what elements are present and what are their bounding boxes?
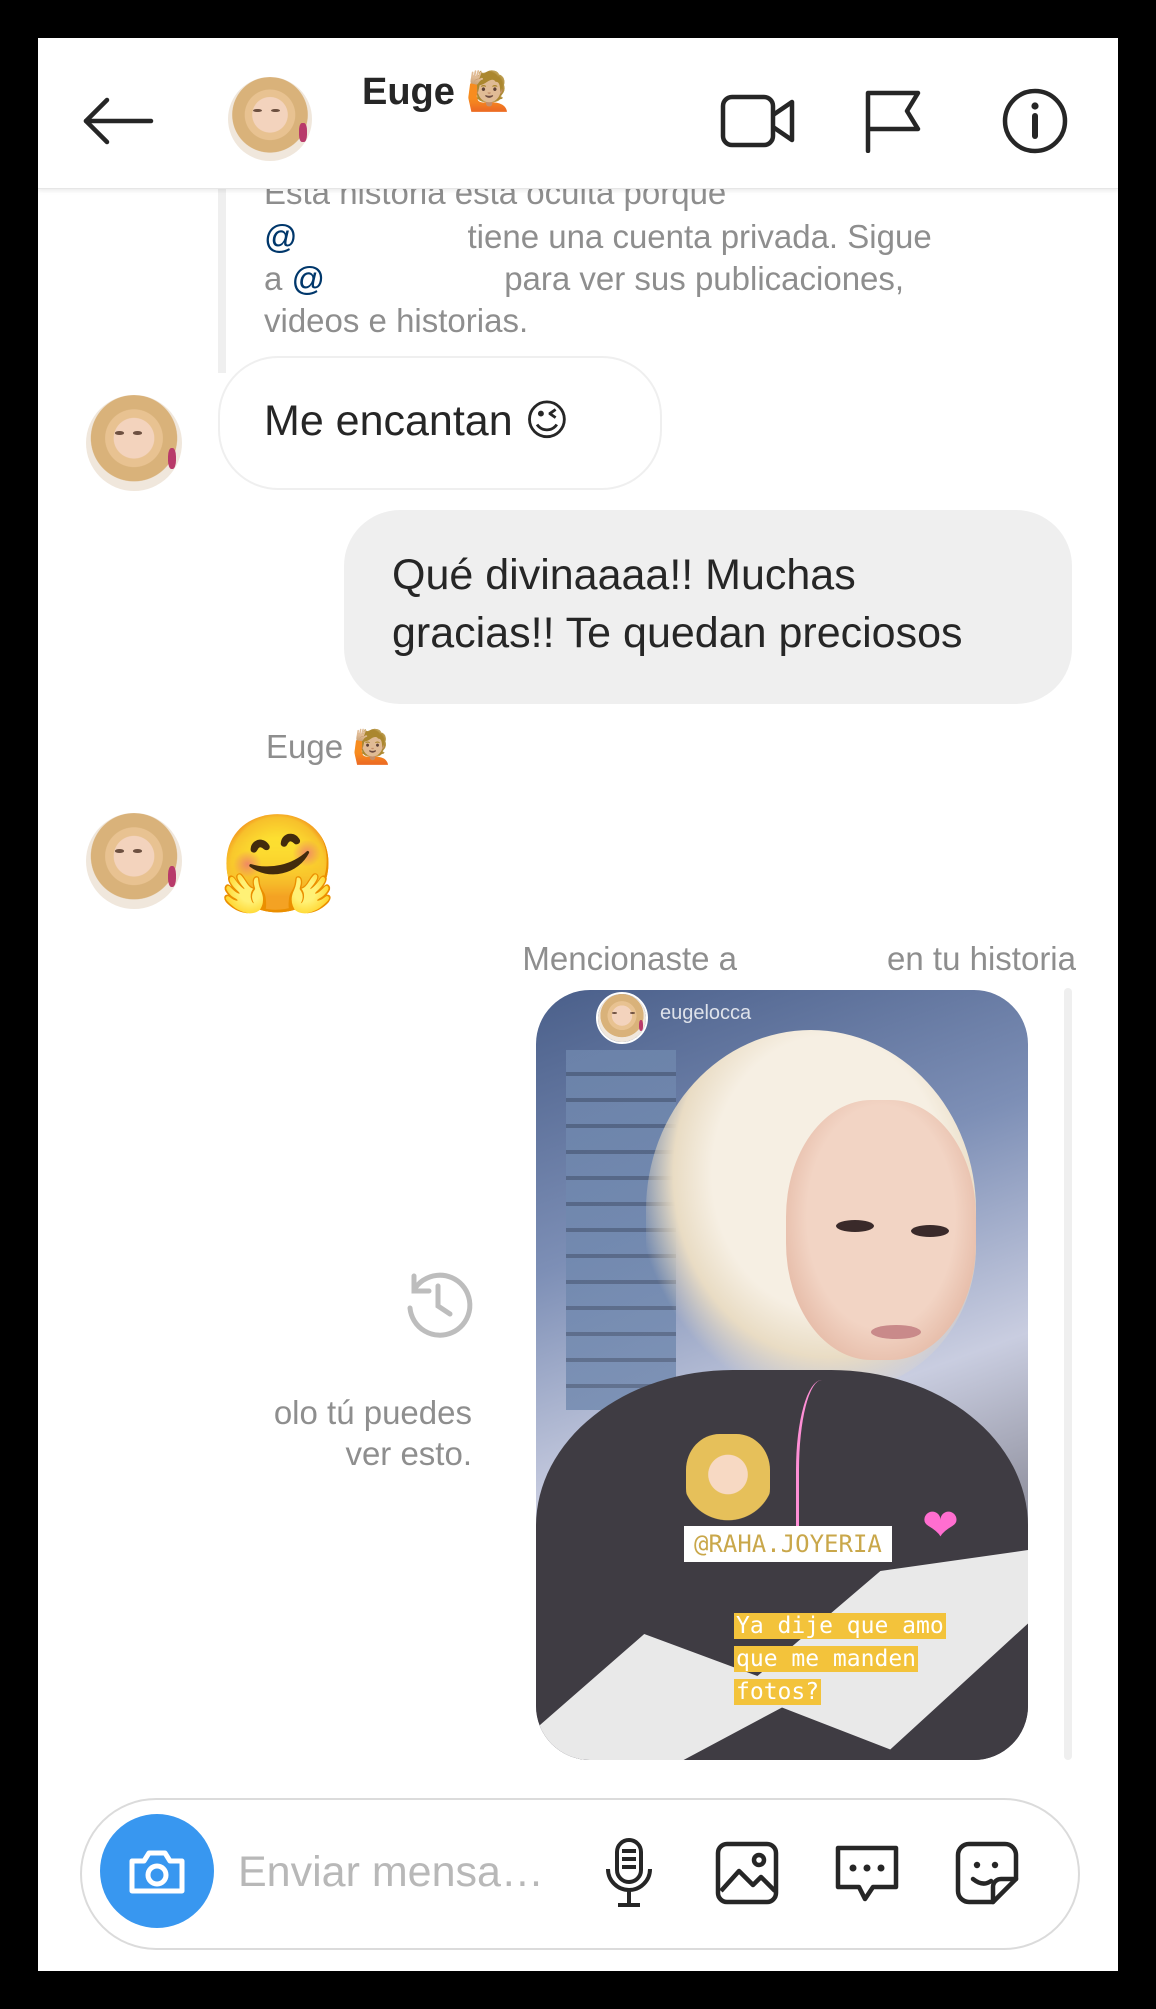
message-dots-icon[interactable] — [830, 1836, 904, 1910]
info-icon[interactable] — [998, 84, 1072, 158]
message-composer — [80, 1798, 1080, 1950]
contact-name[interactable]: Euge 🙋🏼 — [362, 70, 513, 114]
hidden-story-mention[interactable]: @ — [264, 218, 298, 255]
story-mention-note: Mencionaste a en tu historia — [522, 940, 1076, 979]
hidden-story-text: para ver sus publicaciones, — [495, 260, 905, 297]
history-icon — [398, 1264, 478, 1344]
contact-avatar[interactable] — [86, 395, 182, 491]
hidden-story-text: a — [264, 260, 292, 297]
avatar-image — [228, 77, 312, 161]
incoming-message-bubble[interactable]: Me encantan 😉 — [218, 356, 662, 490]
message-thread[interactable]: Esta historia está oculta porque @ tiene … — [38, 38, 1118, 1971]
avatar-image — [86, 813, 182, 909]
camera-icon — [129, 1850, 185, 1894]
redacted-username — [325, 264, 496, 299]
story-user-avatar — [596, 992, 648, 1044]
message-input[interactable] — [236, 1836, 570, 1908]
mention-note-prefix: Mencionaste a — [522, 940, 738, 977]
only-you-can-see-note: olo tú puedes ver esto. — [228, 1392, 472, 1474]
story-photo-lips — [871, 1325, 921, 1339]
only-you-line-1: olo tú puedes — [273, 1394, 472, 1431]
hidden-story-line-3: a @ para ver sus publicaciones, — [264, 260, 905, 299]
story-photo-eye — [836, 1220, 874, 1232]
hidden-story-line-4: videos e historias. — [264, 302, 529, 339]
video-camera-icon[interactable] — [718, 88, 798, 154]
sender-label: Euge 🙋🏼 — [266, 728, 394, 765]
heart-sticker: ❤ — [922, 1501, 959, 1550]
chat-header: Euge 🙋🏼 — [38, 38, 1118, 189]
message-text: Me encantan 😉 — [264, 397, 570, 445]
rapunzel-sticker — [686, 1434, 770, 1524]
camera-button[interactable] — [100, 1814, 214, 1928]
avatar-image — [86, 395, 182, 491]
message-text-line-2: gracias!! Te quedan preciosos — [392, 609, 963, 657]
hug-emoji-message[interactable]: 🤗 — [218, 810, 338, 920]
redacted-username — [737, 944, 888, 979]
avatar-image — [598, 994, 646, 1042]
only-you-line-2: ver esto. — [345, 1435, 472, 1472]
hidden-story-mention-2[interactable]: @ — [292, 260, 326, 297]
redacted-username — [297, 222, 468, 257]
mention-note-suffix: en tu historia — [887, 940, 1076, 977]
story-preview-card[interactable]: @RAHA.JOYERIA ❤ Ya dije que amo que me m… — [536, 990, 1028, 1760]
header-avatar[interactable] — [228, 77, 312, 161]
story-side-bar — [1064, 988, 1072, 1760]
story-caption: Ya dije que amo que me manden fotos? — [734, 1610, 984, 1709]
message-text-line-1: Qué divinaaaa!! Muchas — [392, 551, 856, 599]
hidden-story-line-2: @ tiene una cuenta privada. Sigue — [264, 218, 932, 257]
story-caption-text: Ya dije que amo que me manden fotos? — [734, 1613, 946, 1705]
dm-screen: Esta historia está oculta porque @ tiene … — [38, 38, 1118, 1971]
sticker-icon[interactable] — [950, 1836, 1024, 1910]
hidden-story-notice: Esta historia está oculta porque @ tiene … — [218, 168, 986, 373]
microphone-icon[interactable] — [592, 1836, 666, 1910]
contact-avatar[interactable] — [86, 813, 182, 909]
story-username: eugelocca — [660, 1002, 752, 1024]
flag-icon[interactable] — [858, 86, 928, 156]
mention-tag-sticker[interactable]: @RAHA.JOYERIA — [684, 1526, 892, 1562]
gallery-icon[interactable] — [710, 1836, 784, 1910]
story-photo-eye — [911, 1225, 949, 1237]
outgoing-message-bubble[interactable]: Qué divinaaaa!! Muchas gracias!! Te qued… — [344, 510, 1072, 704]
hidden-story-text: tiene una cuenta privada. Sigue — [467, 218, 932, 255]
back-arrow-icon[interactable] — [68, 88, 168, 154]
